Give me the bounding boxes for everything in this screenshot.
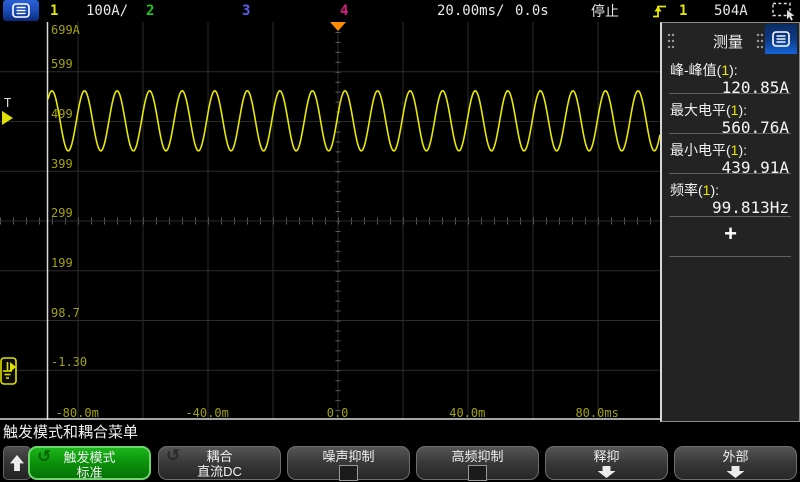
x-axis-label: 0.0 — [327, 407, 349, 419]
y-axis-label: 699A — [51, 24, 80, 36]
softkey-coupling[interactable]: ↺ 耦合 直流DC — [158, 446, 281, 480]
measurement-name: 最小电平 — [670, 142, 726, 158]
softkey-value: 标准 — [30, 465, 149, 480]
down-arrow-icon — [727, 466, 745, 478]
softkey-external[interactable]: 外部 — [674, 446, 797, 480]
trigger-slope-rising-icon — [652, 3, 667, 19]
separator — [669, 173, 791, 174]
softkey-label: 高频抑制 — [417, 449, 538, 464]
measurement-value: 120.85A — [722, 78, 789, 97]
trigger-time-marker[interactable] — [330, 22, 346, 31]
cycle-icon: ↺ — [37, 449, 51, 464]
separator — [669, 93, 791, 94]
softkey-menu-title: 触发模式和耦合菜单 — [3, 420, 138, 443]
cycle-icon: ↺ — [166, 448, 180, 463]
softkey-label: 外部 — [675, 449, 796, 464]
trigger-source-readout[interactable]: 1 — [679, 0, 687, 22]
noise-reject-checkbox[interactable] — [339, 465, 358, 481]
softkey-noise-reject[interactable]: 噪声抑制 — [287, 446, 410, 480]
channel-1-scale[interactable]: 100A/ — [86, 0, 128, 22]
run-state-indicator: 停止 — [591, 0, 619, 22]
x-axis-label: 40.0m — [449, 407, 485, 419]
y-axis-label: 499 — [51, 108, 73, 120]
y-axis-label: -1.30 — [51, 356, 87, 368]
x-axis-label: 80.0ms — [575, 407, 618, 419]
separator — [669, 256, 791, 257]
timebase-readout[interactable]: 20.00ms/ — [437, 0, 504, 22]
measurement-value: 560.76A — [722, 118, 789, 137]
add-measurement-button[interactable]: + — [662, 221, 799, 247]
panel-title: 测量 — [690, 31, 766, 52]
x-axis-label: -40.0m — [185, 407, 228, 419]
measurement-value: 99.813Hz — [712, 198, 789, 217]
channel-1-ground-marker[interactable] — [1, 358, 16, 384]
channel-2-button[interactable]: 2 — [146, 0, 154, 22]
y-axis-label: 98.7 — [51, 307, 80, 319]
separator — [669, 216, 791, 217]
trigger-level-label: T — [4, 97, 11, 109]
softkey-label: 释抑 — [546, 449, 667, 464]
softkey-label: 噪声抑制 — [288, 449, 409, 464]
measurement-name: 最大电平 — [670, 102, 726, 118]
list-menu-icon — [12, 3, 30, 18]
softkey-holdoff[interactable]: 释抑 — [545, 446, 668, 480]
y-axis-label: 199 — [51, 257, 73, 269]
list-menu-icon — [772, 31, 790, 47]
main-menu-button[interactable] — [3, 0, 39, 21]
menu-back-button[interactable] — [3, 446, 31, 480]
softkey-value: 直流DC — [159, 464, 280, 479]
separator — [669, 133, 791, 134]
softkey-hf-reject[interactable]: 高频抑制 — [416, 446, 539, 480]
channel-3-button[interactable]: 3 — [242, 0, 250, 22]
panel-menu-button[interactable] — [765, 24, 797, 54]
y-axis-label: 399 — [51, 158, 73, 170]
oscilloscope-screen: 1 100A/ 2 3 4 20.00ms/ 0.0s 停止 1 504A — [0, 0, 800, 482]
top-status-bar: 1 100A/ 2 3 4 20.00ms/ 0.0s 停止 1 504A — [0, 0, 800, 22]
trigger-level-marker[interactable] — [2, 111, 13, 125]
hf-reject-checkbox[interactable] — [468, 465, 487, 481]
channel-1-button[interactable]: 1 — [50, 0, 58, 22]
measurement-value: 439.91A — [722, 158, 789, 177]
x-axis-label: -80.0m — [55, 407, 98, 419]
measurement-name: 频率 — [670, 182, 698, 198]
softkey-trigger-mode[interactable]: ↺ 触发模式 标准 — [28, 446, 151, 480]
measurement-channel: 1 — [721, 62, 729, 78]
graticule — [0, 22, 661, 420]
up-arrow-icon — [10, 455, 24, 471]
measurement-panel: 测量 峰-峰值(1): 120.85A 最大电平(1): 560.76A — [660, 22, 800, 422]
cursor-select-icon[interactable] — [772, 2, 796, 21]
measurement-name: 峰-峰值 — [670, 62, 717, 78]
waveform-path — [48, 91, 660, 151]
delay-readout[interactable]: 0.0s — [515, 0, 549, 22]
drag-handle-icon[interactable] — [667, 33, 675, 49]
y-axis-label: 599 — [51, 58, 73, 70]
drag-handle-icon[interactable] — [756, 33, 764, 49]
y-axis-label: 299 — [51, 207, 73, 219]
down-arrow-icon — [598, 466, 616, 478]
channel-4-button[interactable]: 4 — [340, 0, 348, 22]
trigger-level-readout[interactable]: 504A — [714, 0, 748, 22]
waveform-display-area: 699A 599 499 399 299 199 98.7 -1.30 -80.… — [0, 22, 661, 420]
